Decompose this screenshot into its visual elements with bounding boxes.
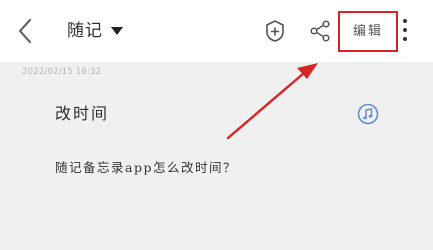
tag-add-icon[interactable]: [264, 19, 286, 43]
note-body: 随记备忘录app怎么改时间？: [55, 160, 237, 175]
edit-button-label: 编辑: [352, 23, 383, 39]
music-note-icon[interactable]: [357, 103, 379, 125]
share-icon[interactable]: [309, 20, 331, 42]
back-chevron-icon[interactable]: [16, 18, 34, 44]
top-toolbar: 随记 编辑: [0, 0, 433, 62]
more-vertical-icon[interactable]: [400, 16, 410, 44]
note-datetime: 2022/02/15 16:32: [22, 67, 102, 77]
note-title: 改时间: [55, 104, 110, 123]
notebook-selector[interactable]: 随记: [67, 19, 123, 43]
edit-button[interactable]: 编辑: [338, 11, 398, 52]
notebook-title: 随记: [67, 21, 103, 41]
caret-down-icon: [111, 27, 123, 35]
